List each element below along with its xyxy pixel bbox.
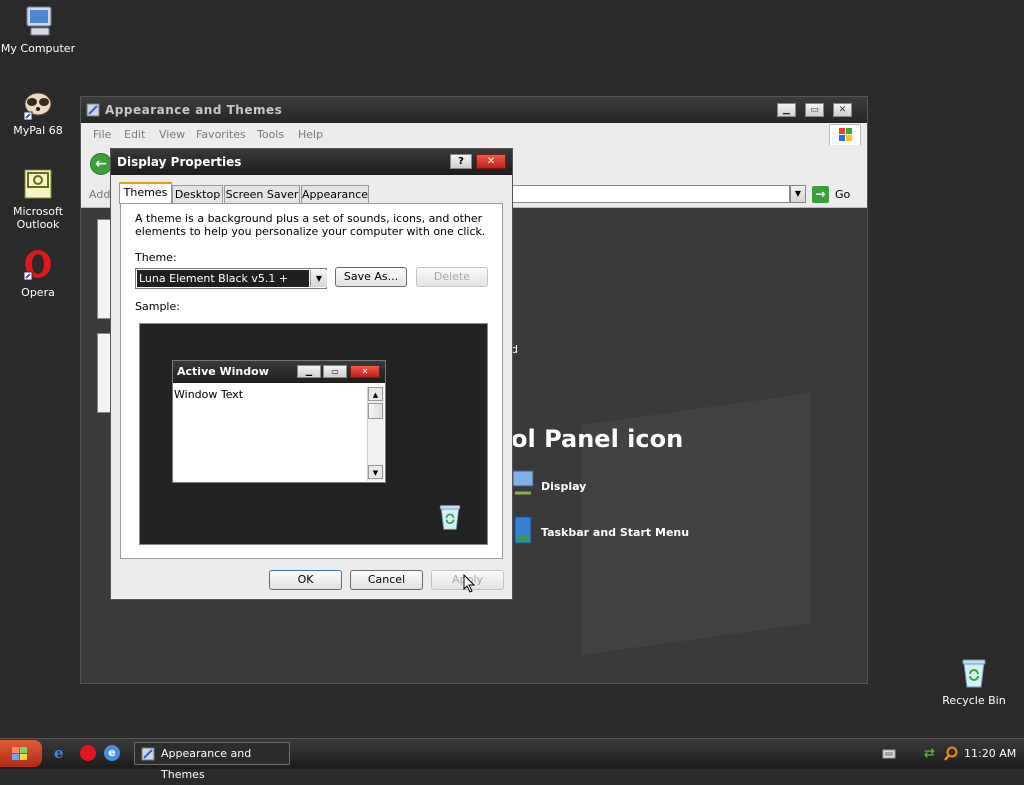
mypal-icon xyxy=(21,86,55,121)
menu-tools[interactable]: Tools xyxy=(257,128,284,141)
menu-bar: File Edit View Favorites Tools Help xyxy=(81,123,867,146)
desktop-icon-label: Opera xyxy=(21,286,55,299)
save-as-button[interactable]: Save As... xyxy=(335,267,407,287)
menu-favorites[interactable]: Favorites xyxy=(196,128,246,141)
start-button[interactable] xyxy=(0,740,42,767)
control-panel-heading: ol Panel icon xyxy=(511,425,684,453)
sample-label: Sample: xyxy=(135,300,180,313)
browser-quick-launch-icon[interactable]: e xyxy=(104,745,120,761)
computer-icon xyxy=(21,4,55,38)
recycle-bin-icon xyxy=(435,502,465,532)
menu-edit[interactable]: Edit xyxy=(124,128,145,141)
cancel-button[interactable]: Cancel xyxy=(350,570,423,590)
ok-button[interactable]: OK xyxy=(269,570,342,590)
go-button[interactable]: Go xyxy=(835,188,850,201)
close-icon: ✕ xyxy=(350,365,380,378)
close-button[interactable]: ✕ xyxy=(476,154,506,169)
address-dropdown-button[interactable]: ▼ xyxy=(790,185,806,203)
display-link[interactable]: Display xyxy=(541,480,586,493)
desktop-icon-my-computer[interactable]: My Computer xyxy=(0,4,76,55)
taskbar-start-menu-link[interactable]: Taskbar and Start Menu xyxy=(541,526,689,539)
desktop-icon-recycle-bin[interactable]: Recycle Bin xyxy=(936,656,1012,707)
address-input[interactable] xyxy=(512,185,790,203)
tab-themes[interactable]: Themes xyxy=(119,182,172,204)
close-button[interactable]: ✕ xyxy=(833,103,852,117)
themes-tab-panel: A theme is a background plus a set of so… xyxy=(120,203,503,559)
tab-desktop[interactable]: Desktop xyxy=(172,185,223,203)
go-arrow-icon[interactable]: → xyxy=(812,186,829,203)
desktop-icon-mypal[interactable]: MyPal 68 xyxy=(0,86,76,137)
maximize-button[interactable]: ▭ xyxy=(805,103,824,117)
windows-logo-icon xyxy=(829,124,861,146)
window-icon xyxy=(86,103,100,117)
keyboard-icon[interactable] xyxy=(882,748,896,760)
maximize-icon: ▭ xyxy=(323,365,347,378)
desktop-icon-label: Recycle Bin xyxy=(942,694,1006,707)
mouse-cursor-icon xyxy=(463,573,477,594)
display-properties-dialog: Display Properties ? ✕ Themes Desktop Sc… xyxy=(110,148,513,600)
taskbar-button-label: Appearance and Themes xyxy=(161,747,252,781)
outlook-icon xyxy=(21,167,55,201)
theme-sample-preview: Active Window ▁ ▭ ✕ Window Text ▲ ▼ xyxy=(139,323,488,545)
opera-icon xyxy=(21,248,55,282)
network-icon[interactable]: ⇄ xyxy=(924,747,938,761)
desktop-icon-label: My Computer xyxy=(0,42,76,55)
theme-select[interactable]: Luna Element Black v5.1 + CSS ▼ xyxy=(135,268,327,302)
system-clock[interactable]: 11:20 AM xyxy=(964,747,1016,760)
desktop-icon-label: MyPal 68 xyxy=(13,124,63,137)
minimize-icon: ▁ xyxy=(297,365,321,378)
desktop-icon-outlook[interactable]: Microsoft Outlook xyxy=(0,167,76,231)
desktop-icon-label: Microsoft Outlook xyxy=(12,205,64,231)
explorer-title-bar[interactable]: Appearance and Themes ▁ ▭ ✕ xyxy=(81,97,867,123)
taskbar-start-menu-icon xyxy=(511,515,535,545)
dialog-title: Display Properties xyxy=(117,155,242,169)
scroll-down-icon: ▼ xyxy=(368,465,383,479)
menu-file[interactable]: File xyxy=(93,128,111,141)
sample-window-text: Window Text xyxy=(174,388,244,401)
sample-active-window: Active Window ▁ ▭ ✕ Window Text ▲ ▼ xyxy=(172,360,386,483)
opera-icon[interactable] xyxy=(80,745,96,761)
back-icon[interactable]: ← xyxy=(90,153,112,175)
explorer-title: Appearance and Themes xyxy=(105,103,283,117)
taskbar: e e Appearance and Themes ⇄ 11:20 AM xyxy=(0,738,1024,781)
desktop-icon-opera[interactable]: Opera xyxy=(0,248,76,299)
help-button[interactable]: ? xyxy=(450,154,472,169)
sample-scrollbar: ▲ ▼ xyxy=(367,387,384,481)
tab-screen-saver[interactable]: Screen Saver xyxy=(224,185,300,203)
tab-appearance[interactable]: Appearance xyxy=(301,185,369,203)
internet-explorer-icon[interactable]: e xyxy=(54,745,70,761)
taskbar-button-appearance-themes[interactable]: Appearance and Themes xyxy=(134,742,290,781)
chevron-down-icon[interactable]: ▼ xyxy=(310,270,327,287)
scroll-up-icon: ▲ xyxy=(368,387,383,401)
scroll-thumb xyxy=(368,403,383,419)
display-icon xyxy=(511,469,535,495)
theme-label: Theme: xyxy=(135,251,177,264)
menu-help[interactable]: Help xyxy=(298,128,323,141)
window-icon xyxy=(141,747,155,761)
menu-view[interactable]: View xyxy=(159,128,185,141)
delete-button[interactable]: Delete xyxy=(416,267,488,287)
windows-logo-icon xyxy=(11,746,29,762)
minimize-button[interactable]: ▁ xyxy=(777,103,796,117)
theme-select-value: Luna Element Black v5.1 + CSS xyxy=(137,270,309,302)
recycle-bin-icon xyxy=(957,656,991,690)
dialog-title-bar[interactable]: Display Properties ? ✕ xyxy=(111,149,512,175)
sample-window-title: Active Window xyxy=(177,365,269,378)
theme-description: A theme is a background plus a set of so… xyxy=(135,212,486,238)
sample-window-title-bar: Active Window ▁ ▭ ✕ xyxy=(173,361,385,383)
search-icon[interactable] xyxy=(943,746,959,762)
